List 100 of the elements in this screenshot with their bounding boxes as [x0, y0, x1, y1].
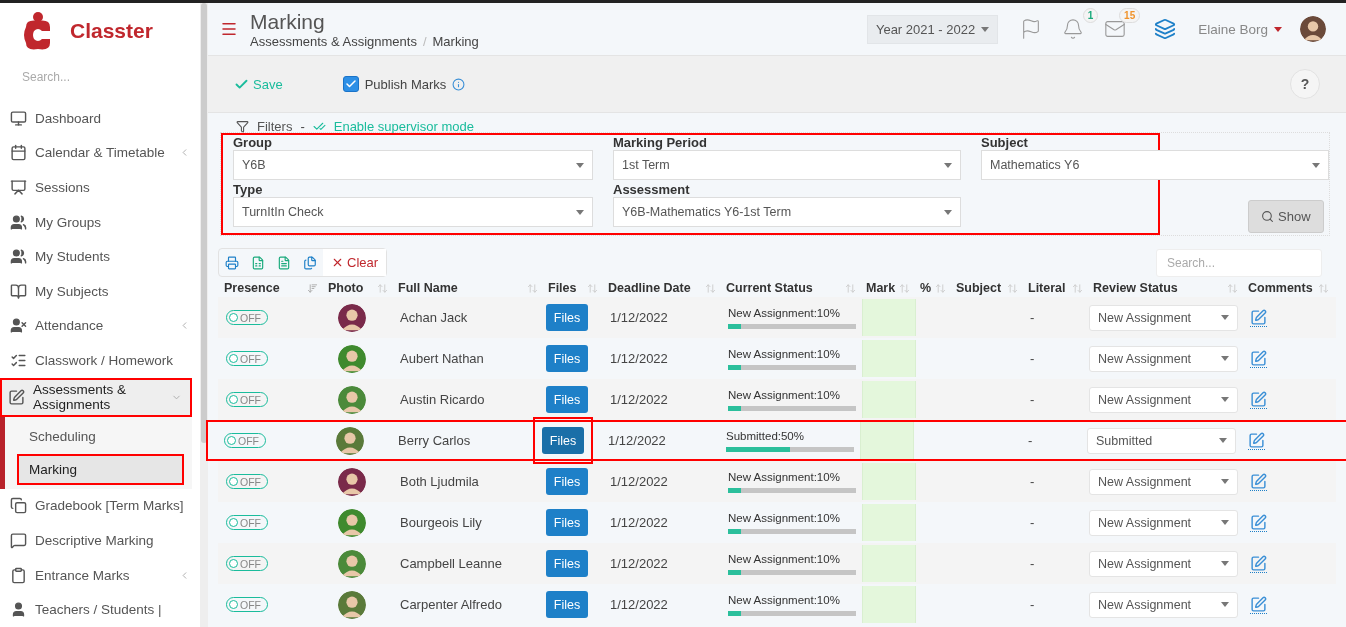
review-status-dropdown[interactable]: New Assignment	[1089, 304, 1238, 331]
sort-icon[interactable]	[377, 282, 388, 294]
mark-cell[interactable]	[862, 463, 916, 500]
student-name: Austin Ricardo	[399, 392, 486, 407]
year-dropdown[interactable]: Year 2021 - 2022	[866, 14, 999, 44]
column-header[interactable]: Files	[548, 281, 577, 295]
deadline-date: 1/12/2022	[607, 433, 667, 448]
search-field[interactable]: Search...	[1156, 248, 1322, 277]
sort-icon[interactable]	[935, 282, 946, 294]
mark-cell[interactable]	[862, 299, 916, 336]
clear-button[interactable]: Clear	[323, 249, 387, 276]
sort-icon[interactable]	[587, 282, 598, 294]
sidebar-item[interactable]: Entrance Marks	[0, 557, 200, 593]
dropdown[interactable]: Y6B-Mathematics Y6-1st Term	[613, 197, 961, 227]
column-header[interactable]: Deadline Date	[608, 281, 691, 295]
files-button[interactable]: Files	[546, 386, 588, 413]
files-button[interactable]: Files	[546, 550, 588, 577]
edit-icon[interactable]	[1250, 513, 1267, 532]
student-name: Achan Jack	[399, 310, 469, 325]
field-label: Group	[233, 135, 273, 150]
student-name: Aubert Nathan	[399, 351, 485, 366]
literal-value: -	[1027, 433, 1034, 448]
column-header[interactable]: Review Status	[1093, 281, 1178, 295]
sidebar-item[interactable]: Descriptive Marking	[0, 523, 200, 558]
sort-icon[interactable]	[307, 282, 318, 294]
sidebar-item[interactable]: Gradebook [Term Marks]	[0, 488, 200, 524]
breadcrumb-item[interactable]: Assessments & Assignments	[250, 33, 417, 49]
edit-icon[interactable]	[1250, 390, 1267, 409]
dropdown[interactable]: Mathematics Y6	[981, 150, 1329, 180]
menu-icon[interactable]	[220, 20, 238, 38]
sidebar-item[interactable]: Sessions	[0, 170, 200, 205]
review-status-dropdown[interactable]: New Assignment	[1089, 591, 1238, 618]
show-button[interactable]: Show	[1248, 200, 1324, 233]
avatar	[336, 426, 364, 455]
info-icon[interactable]	[452, 77, 466, 91]
files-button[interactable]: Files	[546, 345, 588, 372]
review-status-dropdown[interactable]: Submitted	[1087, 427, 1236, 454]
sort-icon[interactable]	[845, 282, 856, 294]
sidebar-item[interactable]: My Students	[0, 239, 200, 274]
sidebar-item[interactable]: Assessments & Assignments	[0, 377, 192, 417]
student-name: Bourgeois Lily	[399, 515, 483, 530]
breadcrumb-item: Marking	[432, 33, 479, 49]
edit-icon[interactable]	[1250, 472, 1267, 491]
column-header[interactable]: Mark	[866, 281, 896, 295]
sort-icon[interactable]	[527, 282, 538, 294]
deadline-date: 1/12/2022	[609, 351, 669, 366]
column-header[interactable]: Photo	[328, 281, 364, 295]
student-name: Carpenter Alfredo	[399, 597, 503, 612]
column-header[interactable]: Current Status	[726, 281, 813, 295]
files-button[interactable]: Files	[546, 509, 588, 536]
sidebar-item[interactable]: My Subjects	[0, 273, 200, 309]
column-header[interactable]: Presence	[224, 281, 280, 295]
edit-icon[interactable]	[1250, 554, 1267, 573]
submenu-item[interactable]: Marking	[17, 453, 184, 485]
review-status-dropdown[interactable]: New Assignment	[1089, 345, 1238, 372]
sort-icon[interactable]	[705, 282, 716, 294]
mark-cell[interactable]	[862, 381, 916, 418]
sidebar-item[interactable]: Calendar & Timetable	[0, 135, 200, 171]
deadline-date: 1/12/2022	[609, 556, 669, 571]
edit-icon[interactable]	[1250, 308, 1267, 327]
sort-icon[interactable]	[1227, 282, 1238, 294]
dropdown[interactable]: 1st Term	[613, 150, 961, 180]
review-status-dropdown[interactable]: New Assignment	[1089, 550, 1238, 577]
review-status-dropdown[interactable]: New Assignment	[1089, 386, 1238, 413]
help-button[interactable]: ?	[1290, 69, 1320, 99]
dropdown[interactable]: TurnItIn Check	[233, 197, 593, 227]
mark-cell[interactable]	[862, 586, 916, 623]
avatar	[338, 590, 366, 619]
column-header[interactable]: Full Name	[398, 281, 458, 295]
column-header[interactable]: Literal	[1028, 281, 1066, 295]
files-button[interactable]: Files	[546, 468, 588, 495]
sort-icon[interactable]	[1072, 282, 1083, 294]
sidebar-item[interactable]: Dashboard	[0, 101, 200, 136]
avatar	[1300, 16, 1326, 42]
sort-icon[interactable]	[899, 282, 910, 294]
column-header[interactable]: Comments	[1248, 281, 1313, 295]
files-button[interactable]: Files	[542, 427, 584, 454]
column-header[interactable]: %	[920, 281, 932, 295]
sort-icon[interactable]	[1318, 282, 1329, 294]
sidebar-item[interactable]: Classwork / Homework	[0, 343, 200, 378]
edit-icon[interactable]	[1248, 431, 1265, 450]
column-header[interactable]: Subject	[956, 281, 1002, 295]
submenu-item[interactable]: Scheduling	[17, 420, 184, 452]
review-status-dropdown[interactable]: New Assignment	[1089, 468, 1238, 495]
dropdown[interactable]: Y6B	[233, 150, 593, 180]
sort-icon[interactable]	[1007, 282, 1018, 294]
files-button[interactable]: Files	[546, 304, 588, 331]
deadline-date: 1/12/2022	[609, 515, 669, 530]
mark-cell[interactable]	[860, 422, 914, 459]
mark-cell[interactable]	[862, 545, 916, 582]
edit-icon[interactable]	[1250, 595, 1267, 614]
review-status-dropdown[interactable]: New Assignment	[1089, 509, 1238, 536]
checkbox[interactable]	[342, 76, 359, 92]
sidebar-item[interactable]: My Groups	[0, 204, 200, 240]
mark-cell[interactable]	[862, 340, 916, 377]
mark-cell[interactable]	[862, 504, 916, 541]
sidebar-item[interactable]: Teachers / Students |	[0, 592, 200, 627]
edit-icon[interactable]	[1250, 349, 1267, 368]
files-button[interactable]: Files	[546, 591, 588, 618]
sidebar-item[interactable]: Attendance	[0, 308, 200, 344]
